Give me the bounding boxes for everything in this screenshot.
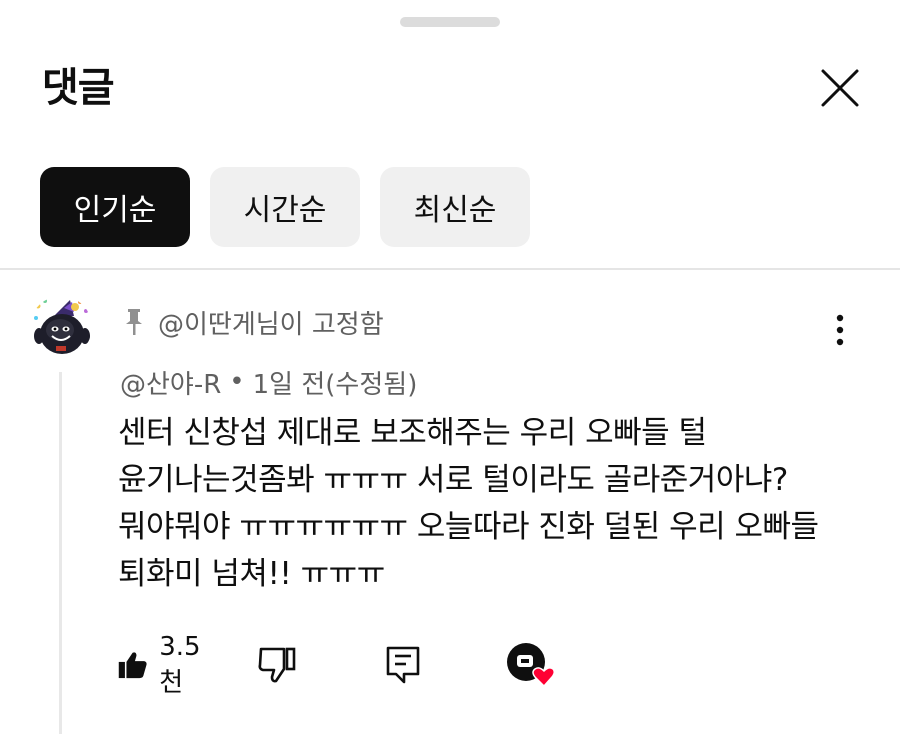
sort-chip-popular[interactable]: 인기순 bbox=[40, 167, 190, 247]
thumbs-down-icon bbox=[258, 647, 296, 683]
close-icon bbox=[821, 69, 859, 107]
dislike-button[interactable] bbox=[258, 640, 296, 690]
comment-line: 퇴화미 넘쳐!! ㅠㅠㅠ bbox=[118, 556, 385, 592]
pinned-label: @이딴게님이 고정함 bbox=[158, 309, 384, 340]
like-button[interactable]: 3.5천 bbox=[118, 632, 209, 698]
pinned-indicator: @이딴게님이 고정함 bbox=[124, 302, 384, 342]
close-button[interactable] bbox=[812, 60, 868, 116]
meta-separator: • bbox=[229, 367, 245, 397]
comments-title: 댓글 bbox=[42, 65, 115, 111]
sort-chip-newest[interactable]: 최신순 bbox=[380, 167, 530, 247]
comments-sheet: 댓글 인기순 시간순 최신순 @이딴게님이 고정함 @산야-R • 1일 전(수… bbox=[0, 0, 900, 734]
thumbs-up-icon bbox=[118, 652, 147, 679]
comment-line: 윤기나는것좀봐 ㅠㅠㅠ 서로 털이라도 골라준거아냐? bbox=[118, 462, 788, 498]
comment-line: 센터 신창섭 제대로 보조해주는 우리 오빠들 털 bbox=[118, 415, 707, 451]
avatar[interactable] bbox=[30, 296, 92, 358]
creator-heart-badge bbox=[506, 640, 554, 690]
like-count: 3.5천 bbox=[159, 631, 201, 698]
reply-thread-line bbox=[59, 372, 62, 734]
comment-text: 센터 신창섭 제대로 보조해주는 우리 오빠들 털 윤기나는것좀봐 ㅠㅠㅠ 서로… bbox=[118, 410, 878, 598]
sort-chip-timeline[interactable]: 시간순 bbox=[210, 167, 360, 247]
sort-chips: 인기순 시간순 최신순 bbox=[40, 167, 530, 247]
divider bbox=[0, 268, 900, 270]
more-vert-icon bbox=[836, 314, 844, 346]
drag-handle[interactable] bbox=[400, 17, 500, 27]
comment-author[interactable]: @산야-R bbox=[120, 364, 221, 401]
comment-time: 1일 전(수정됨) bbox=[252, 369, 418, 400]
more-options-button[interactable] bbox=[822, 310, 858, 350]
reply-icon bbox=[386, 646, 420, 684]
pin-icon bbox=[126, 309, 142, 335]
comment-meta: @산야-R • 1일 전(수정됨) bbox=[120, 362, 417, 402]
avatar-image bbox=[30, 296, 92, 358]
reply-button[interactable] bbox=[386, 640, 420, 690]
comment-line: 뭐야뭐야 ㅠㅠㅠㅠㅠㅠ 오늘따라 진화 덜된 우리 오빠들 bbox=[118, 509, 819, 545]
creator-heart-icon bbox=[507, 643, 554, 688]
